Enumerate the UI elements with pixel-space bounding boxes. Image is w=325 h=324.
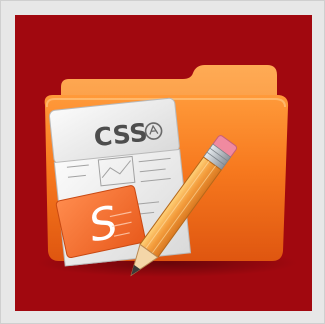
folder-icon-graphic: CSS S xyxy=(37,65,297,277)
css-editor-folder-icon: CSS S xyxy=(15,15,312,311)
sheet-title-front: CSS xyxy=(92,118,148,152)
image-frame: CSS S xyxy=(0,0,325,324)
icon-tile: CSS S xyxy=(15,15,312,311)
